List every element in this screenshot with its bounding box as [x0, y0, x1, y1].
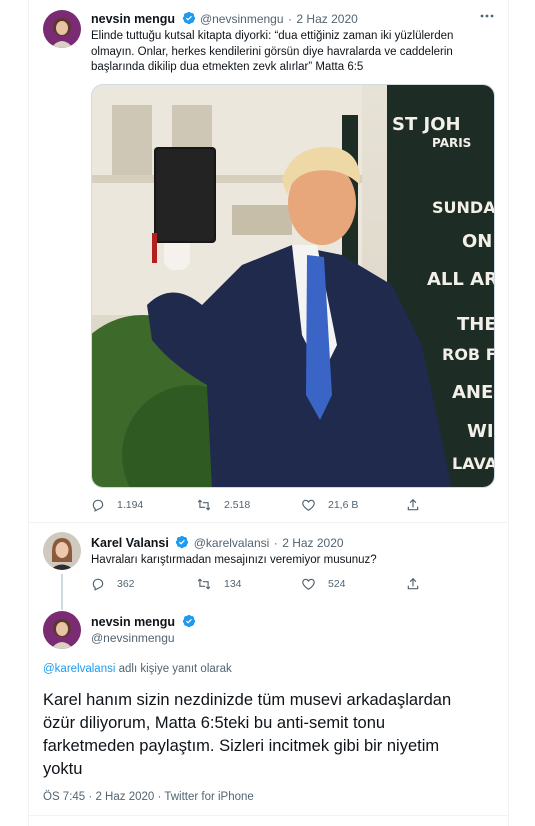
sign-text: LAVAN [452, 454, 495, 473]
retweet-button[interactable]: 134 [196, 577, 301, 591]
author-handle[interactable]: @karelvalansi [194, 536, 270, 550]
share-button[interactable] [406, 577, 432, 591]
verified-icon [182, 614, 195, 628]
tweet-date[interactable]: 2 Haz 2020 [95, 791, 154, 803]
divider [29, 522, 508, 523]
more-options-button[interactable] [479, 8, 495, 29]
like-count: 21,6 B [328, 499, 359, 511]
tweet-text-line: özür diliyorum, Matta 6:5teki bu anti-se… [43, 714, 386, 732]
tweet-meta: ÖS 7:45 · 2 Haz 2020 · Twitter for iPhon… [43, 791, 254, 803]
separator: · [157, 791, 162, 803]
tweet-text-line: farketmeden paylaştım. Sizleri incitmek … [43, 737, 440, 755]
more-icon [480, 14, 494, 18]
reply-context: adlı kişiye yanıt olarak [118, 663, 232, 675]
tweet-text-line: Elinde tuttuğu kutsal kitapta diyorki: “… [91, 30, 454, 42]
sign-text: THE [457, 314, 495, 335]
tweet-text-line: yoktu [43, 760, 83, 778]
retweet-count: 2.518 [224, 499, 251, 511]
thread-line [61, 574, 63, 610]
reply-icon [92, 499, 104, 512]
sign-text: ANE [452, 382, 493, 403]
sign-text: ALL AR [427, 269, 495, 290]
retweet-icon [197, 578, 211, 590]
tweet-text-line: Karel hanım sizin nezdinizde tüm musevi … [43, 691, 452, 709]
sign-text: ON [462, 231, 492, 252]
reply-button[interactable]: 1.194 [91, 498, 196, 512]
retweet-icon [197, 499, 211, 511]
share-icon [407, 498, 419, 511]
author-name[interactable]: nevsin mengu [91, 615, 175, 629]
reply-button[interactable]: 362 [91, 577, 196, 591]
avatar[interactable] [43, 10, 81, 48]
photo-image: ST JOH PARIS SUNDAY ON ALL AR THE ROB F … [92, 85, 495, 487]
sign-text: WIL [467, 421, 495, 442]
reply-count: 1.194 [117, 499, 144, 511]
separator: · [273, 536, 278, 550]
tweet-source[interactable]: Twitter for iPhone [164, 791, 253, 803]
sign-text: PARIS [432, 136, 471, 150]
share-button[interactable] [406, 498, 432, 512]
tweet-text: Elinde tuttuğu kutsal kitapta diyorki: “… [91, 29, 503, 76]
reply-icon [92, 578, 104, 591]
sign-text: SUNDAY [432, 198, 495, 217]
reply-mention-link[interactable]: @karelvalansi [43, 663, 115, 675]
tweet-text: Havraları karıştırmadan mesajınızı verem… [91, 554, 377, 566]
tweet-photo[interactable]: ST JOH PARIS SUNDAY ON ALL AR THE ROB F … [91, 84, 495, 488]
reply-count: 362 [117, 578, 135, 590]
author-handle[interactable]: @nevsinmengu [200, 12, 284, 26]
heart-icon [302, 499, 315, 511]
tweet-text: Karel hanım sizin nezdinizde tüm musevi … [43, 689, 503, 781]
tweet-text-line: başlarında dikilip dua etmekten zevk alı… [91, 61, 364, 73]
tweet-time[interactable]: ÖS 7:45 [43, 791, 85, 803]
tweet-actions: 362 134 524 [91, 577, 432, 591]
author-name[interactable]: nevsin mengu [91, 12, 175, 26]
like-button[interactable]: 524 [301, 577, 406, 591]
tweet-actions: 1.194 2.518 21,6 B [91, 498, 432, 512]
sign-text: ST JOH [392, 114, 461, 135]
heart-icon [302, 578, 315, 590]
sign-text: ROB F [442, 345, 495, 364]
author-name[interactable]: Karel Valansi [91, 536, 169, 550]
share-icon [407, 577, 419, 590]
like-button[interactable]: 21,6 B [301, 498, 406, 512]
verified-icon [176, 535, 189, 549]
avatar-image [43, 10, 81, 48]
tweet-text-line: olmayın. Onlar, herkes kendilerini görsü… [91, 45, 453, 58]
retweet-count: 134 [224, 578, 242, 590]
divider [29, 815, 508, 816]
avatar[interactable] [43, 532, 81, 570]
tweet-date[interactable]: 2 Haz 2020 [282, 536, 343, 550]
avatar-image [43, 611, 81, 649]
avatar[interactable] [43, 611, 81, 649]
like-count: 524 [328, 578, 346, 590]
separator: · [88, 791, 93, 803]
tweet-date[interactable]: 2 Haz 2020 [296, 12, 357, 26]
verified-icon [182, 11, 195, 25]
timeline-column: nevsin mengu @nevsinmengu · 2 Haz 2020 E… [28, 0, 509, 826]
retweet-button[interactable]: 2.518 [196, 498, 301, 512]
avatar-image [43, 532, 81, 570]
author-handle[interactable]: @nevsinmengu [91, 631, 175, 645]
separator: · [287, 12, 292, 26]
